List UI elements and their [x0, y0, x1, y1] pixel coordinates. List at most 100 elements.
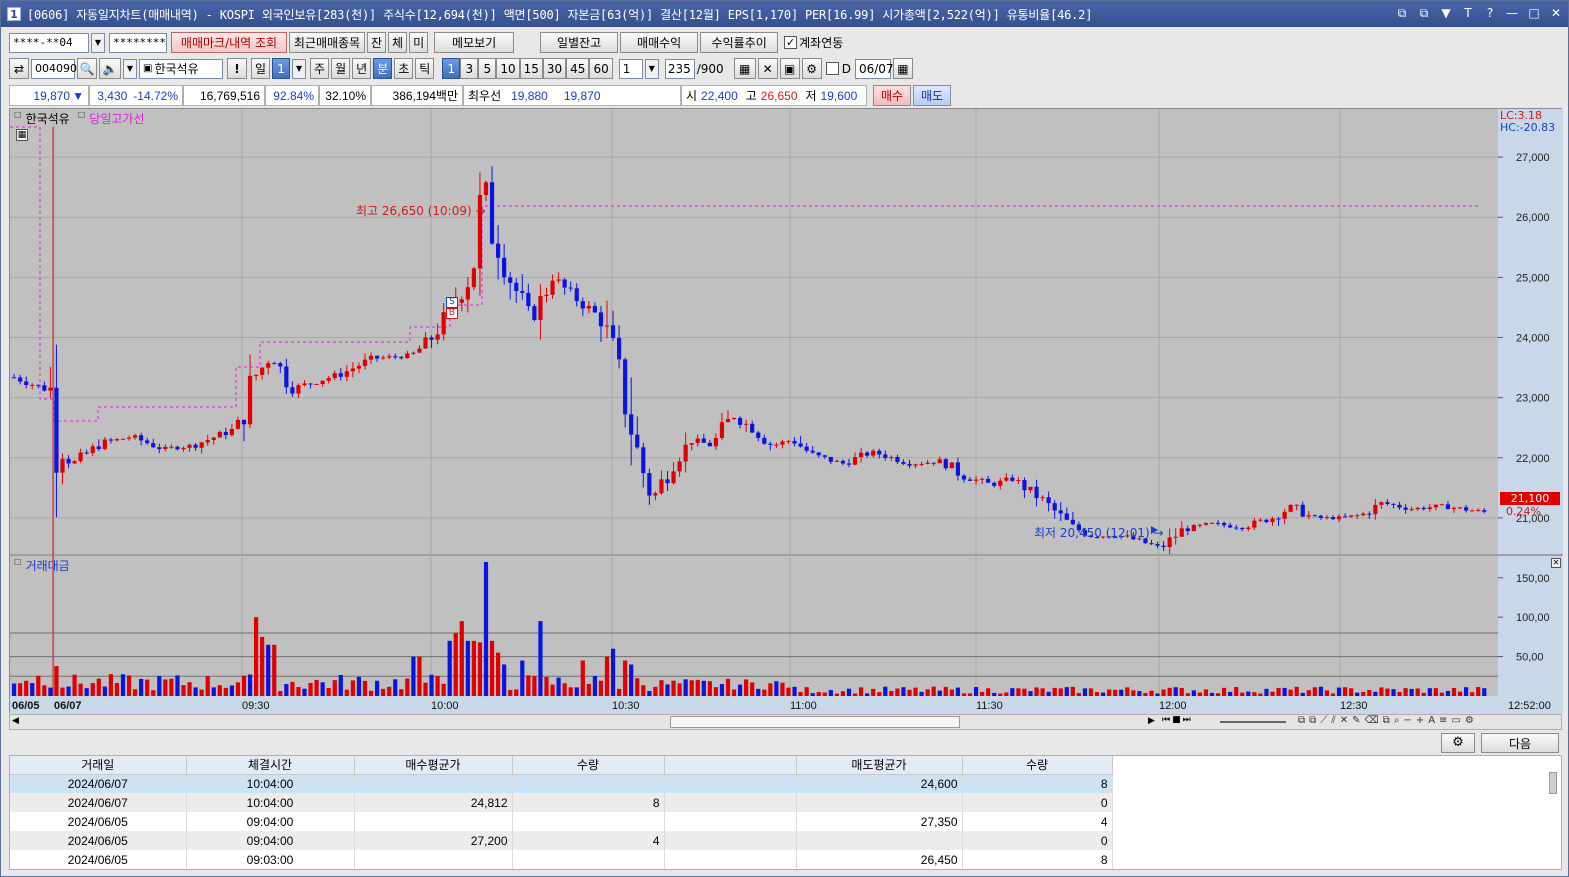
- copy-icon[interactable]: ⧉: [1383, 715, 1390, 726]
- sell-button[interactable]: 매도: [913, 85, 951, 106]
- eraser-icon[interactable]: ⌫: [1365, 715, 1379, 726]
- password-field[interactable]: ********: [109, 32, 167, 53]
- table-icon[interactable]: ▦: [16, 129, 28, 141]
- sell-marker[interactable]: S: [446, 297, 458, 308]
- executed-button[interactable]: 체: [388, 32, 408, 53]
- col-exec-time[interactable]: 체결시간: [186, 756, 355, 775]
- balance-button[interactable]: 잔: [367, 32, 387, 53]
- checkbox-checked-icon[interactable]: ✓: [784, 36, 798, 49]
- buy-button[interactable]: 매수: [873, 85, 911, 106]
- fibo-icon[interactable]: ⫽: [1331, 715, 1335, 726]
- rewind-icon[interactable]: ⏮: [1162, 715, 1170, 725]
- chart-type-icon[interactable]: ▦: [733, 58, 756, 79]
- table-row[interactable]: 2024/06/07 10:04:00 24,812 8 0: [10, 793, 1113, 812]
- account-link-toggle[interactable]: ✓ 계좌연동: [784, 34, 843, 51]
- zoom-icon[interactable]: ⌕: [1394, 715, 1400, 726]
- table-row[interactable]: 2024/06/05 09:03:00 26,450 8: [10, 850, 1113, 869]
- date-input[interactable]: 06/07: [854, 58, 894, 79]
- legend-day-high-line[interactable]: 당일고가선: [89, 110, 144, 127]
- cross-icon[interactable]: ✕: [1340, 715, 1348, 726]
- interval-60-button[interactable]: 60: [589, 58, 613, 79]
- volume-legend-label[interactable]: 거래대금: [26, 557, 70, 574]
- layout-icon[interactable]: ⧉: [1309, 715, 1316, 726]
- align-icon[interactable]: ≡: [1439, 715, 1447, 726]
- period-minute-button[interactable]: 분: [373, 58, 393, 79]
- period-second-button[interactable]: 초: [394, 58, 414, 79]
- col-buy-qty[interactable]: 수량: [512, 756, 665, 775]
- memo-button[interactable]: 메모보기: [434, 32, 515, 53]
- minus-icon[interactable]: −: [1403, 715, 1411, 726]
- gear-icon[interactable]: ⚙: [801, 58, 822, 79]
- bar-count-input[interactable]: 235: [664, 58, 695, 79]
- legend-stock-name[interactable]: 한국석유: [26, 110, 70, 127]
- chart-area[interactable]: 27,000 26,000 25,000 24,000 23,000 22,000 21,0…: [9, 108, 1563, 714]
- col-buy-avg[interactable]: 매수평균가: [354, 756, 513, 775]
- chart-scrollbar[interactable]: ◀ ▶ ⏮ ■ ⏭ ⧉ ⧉ ⟋ ⫽ ✕ ✎ ⌫ ⧉ ⌕ − + A ≡ ▭ ⚙: [9, 714, 1562, 730]
- settings-icon[interactable]: ⚙: [1465, 715, 1474, 726]
- save-icon[interactable]: ▣: [779, 58, 800, 79]
- pen-icon[interactable]: ✎: [1352, 715, 1360, 726]
- text-icon[interactable]: T: [1460, 4, 1476, 22]
- daily-balance-button[interactable]: 일별잔고: [540, 32, 619, 53]
- pin-icon[interactable]: ▼: [1438, 4, 1454, 22]
- col-sell-avg[interactable]: 매도평균가: [796, 756, 963, 775]
- close-pane-icon[interactable]: ✕: [1551, 558, 1561, 568]
- period-num-select[interactable]: 1: [272, 58, 291, 79]
- trade-mark-query-button[interactable]: 매매마크/내역 조회: [171, 32, 287, 53]
- col-trade-date[interactable]: 거래일: [10, 756, 187, 775]
- tile-icon[interactable]: ⧉: [1416, 4, 1432, 22]
- help-icon[interactable]: ?: [1482, 4, 1498, 22]
- restore-icon[interactable]: ⧉: [1394, 4, 1410, 22]
- maximize-icon[interactable]: □: [1526, 4, 1542, 22]
- multiplier-select[interactable]: 1: [618, 58, 643, 79]
- scroll-right-icon[interactable]: ▶: [1148, 716, 1155, 726]
- trendline-icon[interactable]: ⟋: [1320, 715, 1327, 726]
- zoom-slider[interactable]: [1220, 721, 1286, 723]
- speaker-icon[interactable]: 🔈: [99, 58, 121, 79]
- period-year-button[interactable]: 년: [352, 58, 372, 79]
- stock-name-field[interactable]: ▣ 한국석유: [139, 58, 223, 79]
- close-icon[interactable]: ✕: [1548, 4, 1564, 22]
- interval-30-button[interactable]: 30: [542, 58, 567, 79]
- d-checkbox[interactable]: [825, 62, 839, 75]
- next-button[interactable]: 다음: [1481, 733, 1559, 753]
- text-tool-icon[interactable]: A: [1428, 715, 1435, 726]
- table-row[interactable]: 2024/06/05 09:04:00 27,200 4 0: [10, 831, 1113, 850]
- scroll-left-icon[interactable]: ◀: [12, 716, 19, 726]
- period-week-button[interactable]: 주: [310, 58, 330, 79]
- alert-button[interactable]: !: [227, 58, 247, 79]
- interval-5-button[interactable]: 5: [478, 58, 497, 79]
- interval-3-button[interactable]: 3: [460, 58, 479, 79]
- plus-icon[interactable]: +: [1416, 715, 1424, 726]
- recent-trades-button[interactable]: 최근매매종목: [289, 32, 365, 53]
- interval-15-button[interactable]: 15: [519, 58, 543, 79]
- chevron-down-icon[interactable]: ▼: [91, 32, 105, 53]
- fast-forward-icon[interactable]: ⏭: [1183, 715, 1191, 725]
- minimize-icon[interactable]: —: [1504, 4, 1520, 22]
- stop-icon[interactable]: ■: [1172, 715, 1181, 725]
- period-tick-button[interactable]: 틱: [415, 58, 435, 79]
- box-icon[interactable]: ▭: [1451, 715, 1460, 726]
- table-row[interactable]: 2024/06/07 10:04:00 24,600 8: [10, 774, 1113, 793]
- chevron-down-icon[interactable]: ▼: [292, 58, 307, 79]
- scroll-thumb[interactable]: [670, 716, 960, 728]
- grid-scrollbar[interactable]: [1549, 772, 1557, 794]
- profit-trend-button[interactable]: 수익률추이: [700, 32, 779, 53]
- trade-profit-button[interactable]: 매매수익: [620, 32, 699, 53]
- crosshair-icon[interactable]: ✕: [757, 58, 778, 79]
- search-icon[interactable]: 🔍: [77, 58, 97, 79]
- grid-settings-icon[interactable]: ⚙: [1441, 733, 1475, 753]
- link-icon[interactable]: ⇄: [9, 58, 29, 79]
- stock-code-input[interactable]: 004090: [31, 58, 77, 79]
- account-select[interactable]: ****-**04: [9, 32, 89, 53]
- interval-10-button[interactable]: 10: [496, 58, 520, 79]
- buy-marker[interactable]: B: [446, 308, 458, 319]
- interval-1-button[interactable]: 1: [442, 58, 461, 79]
- price-volume-chart[interactable]: 27,00026,00025,00024,00023,00022,00021,0…: [10, 109, 1563, 714]
- unexecuted-button[interactable]: 미: [409, 32, 429, 53]
- col-sell-qty[interactable]: 수량: [962, 756, 1113, 775]
- chevron-down-icon[interactable]: ▼: [644, 58, 659, 79]
- table-row[interactable]: 2024/06/05 09:04:00 27,350 4: [10, 812, 1113, 831]
- shape-icon[interactable]: ⧉: [1298, 715, 1305, 726]
- calendar-icon[interactable]: ▦: [892, 58, 913, 79]
